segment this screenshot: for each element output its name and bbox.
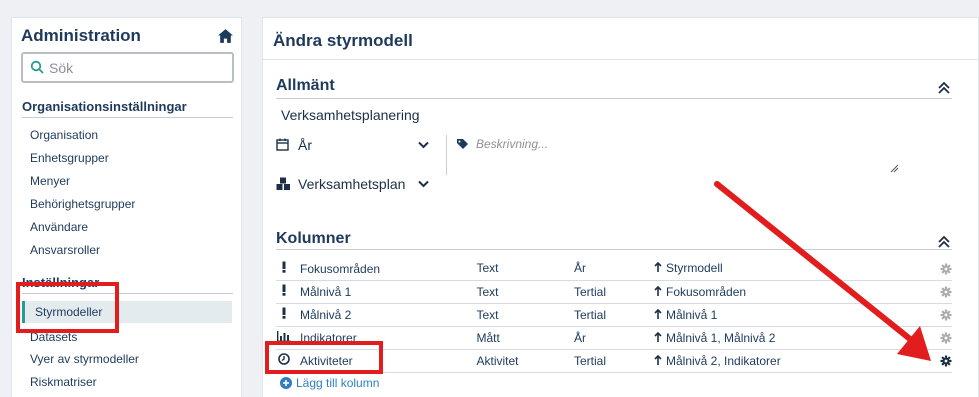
cubes-icon — [276, 177, 290, 190]
search-icon — [30, 60, 44, 74]
annotation-highlight-styrmodeller — [16, 282, 119, 333]
exclamation-icon — [276, 307, 292, 322]
tags-icon — [457, 139, 468, 149]
sidebar-item-anvandare[interactable]: Användare — [30, 220, 88, 234]
chevron-down-icon — [418, 180, 429, 188]
column-parent: Fokusområden — [666, 284, 747, 299]
edit-model-panel: Ändra styrmodell Allmänt Verksamhetsplan… — [262, 17, 979, 397]
divider — [276, 249, 952, 250]
divider — [22, 117, 233, 118]
plan-type-value: Verksamhetsplan — [298, 176, 406, 192]
column-period: Tertial — [574, 353, 607, 368]
column-name[interactable]: Fokusområden — [300, 262, 380, 276]
table-row[interactable]: Målnivå 1 Text Tertial Fokusområden — [276, 280, 952, 304]
parent-arrow-icon — [654, 354, 662, 368]
divider — [276, 98, 952, 99]
sidebar-title: Administration — [21, 26, 141, 45]
admin-sidebar: Administration Sök Organisationsinställn… — [11, 17, 242, 397]
collapse-icon[interactable] — [937, 81, 951, 95]
table-row[interactable]: Fokusområden Text År Styrmodell — [276, 257, 952, 281]
sidebar-item-organisation[interactable]: Organisation — [30, 128, 98, 142]
description-field[interactable]: Beskrivning... — [476, 137, 548, 151]
gear-icon[interactable] — [940, 355, 952, 367]
column-type: Text — [476, 307, 499, 322]
exclamation-icon — [276, 284, 292, 299]
parent-arrow-icon — [654, 261, 662, 275]
column-period: År — [574, 330, 586, 345]
sidebar-item-menyer[interactable]: Menyer — [30, 174, 70, 188]
divider — [263, 59, 979, 60]
columns-header: Kolumner — [276, 230, 351, 247]
column-period: Tertial — [574, 307, 607, 322]
exclamation-icon — [276, 261, 292, 276]
parent-arrow-icon — [654, 331, 662, 345]
sidebar-item-ansvarsroller[interactable]: Ansvarsroller — [30, 243, 100, 257]
plus-circle-icon — [280, 377, 292, 389]
parent-arrow-icon — [654, 308, 662, 322]
annotation-highlight-aktiviteter — [265, 341, 383, 374]
plan-type-select[interactable]: Verksamhetsplan — [276, 176, 434, 196]
calendar-icon — [276, 138, 289, 151]
column-name[interactable]: Målnivå 1 — [300, 285, 351, 299]
general-header: Allmänt — [276, 77, 335, 94]
column-type: Text — [476, 261, 499, 276]
sidebar-item-riskmatriser[interactable]: Riskmatriser — [30, 375, 97, 389]
section-organisationsinstallningar: Organisationsinställningar — [22, 99, 187, 114]
divider — [446, 135, 447, 175]
collapse-icon[interactable] — [937, 235, 951, 249]
gear-icon[interactable] — [940, 286, 952, 298]
column-name[interactable]: Målnivå 2 — [300, 308, 351, 322]
home-icon[interactable] — [217, 28, 234, 44]
period-value: År — [298, 137, 312, 153]
column-parent: Målnivå 1 — [666, 307, 718, 322]
column-period: Tertial — [574, 284, 607, 299]
sidebar-item-behorighetsgrupper[interactable]: Behörighetsgrupper — [30, 197, 135, 211]
sidebar-item-vyer-av-styrmodeller[interactable]: Vyer av styrmodeller — [30, 352, 139, 366]
gear-icon[interactable] — [940, 332, 952, 344]
gear-icon[interactable] — [940, 263, 952, 275]
model-name-field[interactable]: Verksamhetsplanering — [281, 107, 420, 123]
sidebar-item-enhetsgrupper[interactable]: Enhetsgrupper — [30, 151, 109, 165]
chevron-down-icon — [418, 141, 429, 149]
column-type: Aktivitet — [476, 353, 519, 368]
search-placeholder: Sök — [49, 60, 74, 76]
table-row[interactable]: Målnivå 2 Text Tertial Målnivå 1 — [276, 303, 952, 327]
parent-arrow-icon — [654, 285, 662, 299]
column-type: Text — [476, 284, 499, 299]
period-select[interactable]: År — [276, 137, 434, 157]
resize-handle-icon[interactable] — [889, 163, 899, 173]
add-column-button[interactable]: Lägg till kolumn — [280, 376, 379, 390]
column-parent: Målnivå 2, Indikatorer — [666, 353, 781, 368]
column-parent: Styrmodell — [666, 261, 723, 276]
search-input[interactable]: Sök — [21, 52, 234, 83]
column-parent: Målnivå 1, Målnivå 2 — [666, 330, 776, 345]
add-column-label: Lägg till kolumn — [296, 376, 380, 390]
page-title: Ändra styrmodell — [273, 31, 413, 50]
column-period: År — [574, 261, 586, 276]
column-type: Mått — [476, 330, 500, 345]
gear-icon[interactable] — [940, 309, 952, 321]
